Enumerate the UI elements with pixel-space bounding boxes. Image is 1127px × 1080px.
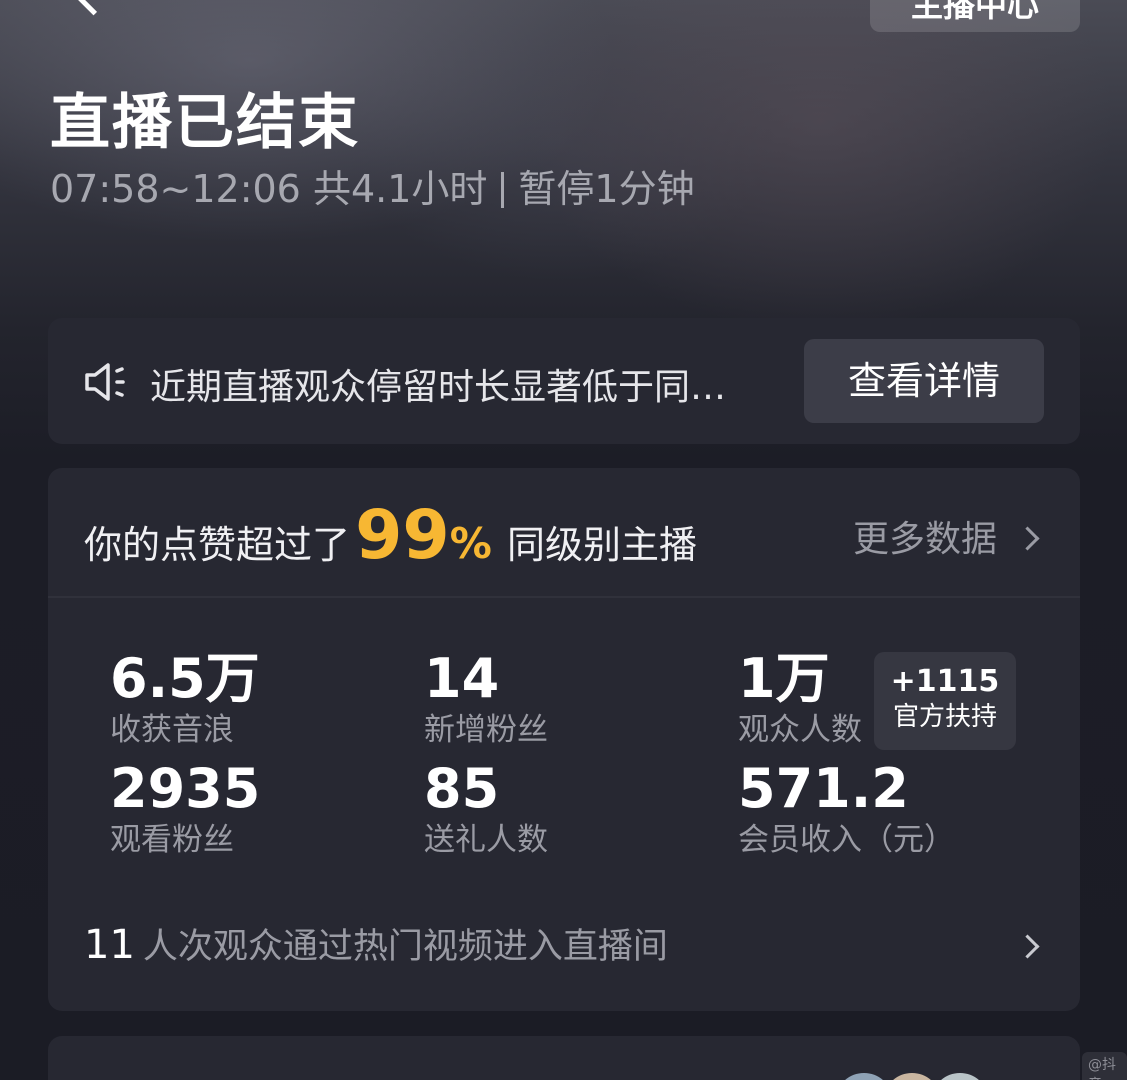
stat-value: 85 [424,757,500,820]
chevron-right-icon [1015,526,1040,551]
stat-value: 14 [424,647,500,710]
stat-fan-viewers: 2935 观看粉丝 [110,758,260,860]
likes-suffix: 同级别主播 [506,523,697,567]
live-stats-card: 你的点赞超过了 99% 同级别主播 更多数据 6.5万 收获音浪 14 新增粉丝… [48,468,1080,1011]
stat-label: 收获音浪 [110,712,234,748]
support-value: +1115 [890,664,1000,699]
stat-value: 1万 [738,647,830,710]
likes-percent-sign: % [449,519,492,568]
avatar [928,1070,992,1080]
stat-value: 2935 [110,757,261,820]
separator [501,172,505,208]
view-details-button[interactable]: 查看详情 [804,339,1044,423]
live-duration: 共4.1小时 [312,167,488,211]
back-arrow-icon[interactable] [71,0,116,16]
stat-label: 送礼人数 [424,822,548,858]
divider [48,596,1080,598]
stat-value: 6.5万 [110,647,260,710]
likes-percent-value: 99 [355,496,450,575]
likes-ranking: 你的点赞超过了 99% 同级别主播 [84,496,697,586]
stat-gift-senders: 85 送礼人数 [424,758,548,860]
hot-video-count: 11 [84,922,135,968]
avatar [832,1070,896,1080]
stat-viewers: 1万 观众人数 [738,648,862,750]
live-ended-summary-page: 主播中心 直播已结束 07:58~12:06 共4.1小时 暂停1分钟 近期直播观… [0,0,1127,1080]
live-time-summary: 07:58~12:06 共4.1小时 暂停1分钟 [50,158,695,213]
stat-value: 571.2 [738,757,909,820]
more-data-link[interactable]: 更多数据 [852,510,1040,562]
notice-card: 近期直播观众停留时长显著低于同… 查看详情 [48,318,1080,444]
notice-text: 近期直播观众停留时长显著低于同… [150,367,727,408]
time-range: 07:58~12:06 [50,167,301,211]
next-section-card [48,1036,1080,1080]
stat-label: 观众人数 [738,712,862,748]
page-title: 直播已结束 [50,88,360,158]
stat-label: 观看粉丝 [110,822,234,858]
official-support-badge: +1115 官方扶持 [874,652,1016,750]
watermark: @抖音 [1082,1052,1127,1080]
anchor-center-button[interactable]: 主播中心 [870,0,1080,32]
speaker-icon [85,363,125,401]
support-label: 官方扶持 [892,702,997,732]
stat-new-followers: 14 新增粉丝 [424,648,548,750]
stat-label: 会员收入（元） [738,822,955,858]
likes-prefix: 你的点赞超过了 [84,523,351,567]
hot-video-text: 人次观众通过热门视频进入直播间 [142,927,668,967]
more-data-label: 更多数据 [852,519,997,560]
hot-video-entry-row[interactable]: 11 人次观众通过热门视频进入直播间 [84,918,1044,978]
pause-duration: 暂停1分钟 [518,167,695,211]
stat-member-income: 571.2 会员收入（元） [738,758,955,860]
stat-label: 新增粉丝 [424,712,548,748]
avatar [880,1070,944,1080]
stat-sound-waves: 6.5万 收获音浪 [110,648,260,750]
chevron-right-icon [1015,934,1040,959]
